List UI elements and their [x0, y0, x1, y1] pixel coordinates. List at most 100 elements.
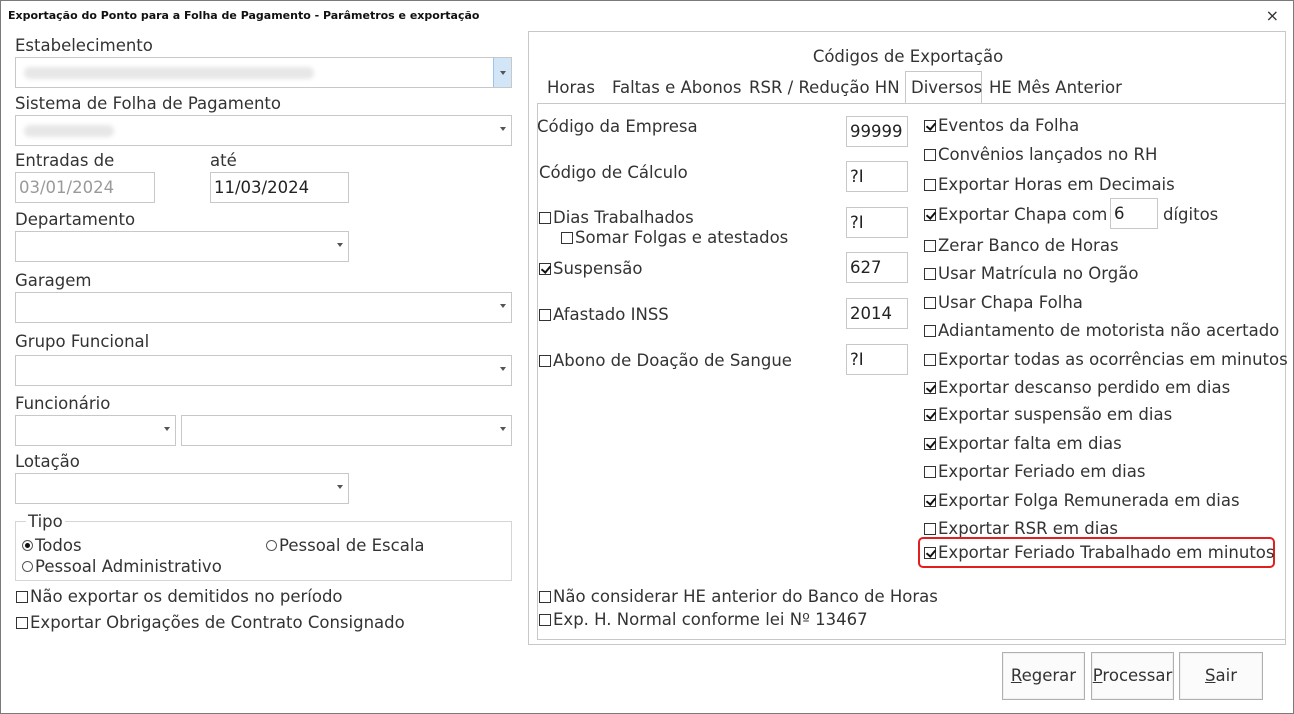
radio-todos[interactable]: Todos [22, 536, 82, 555]
rsr-dias-checkbox[interactable]: Exportar RSR em dias [924, 519, 1118, 538]
descanso-perdido-checkbox[interactable]: Exportar descanso perdido em dias [924, 378, 1230, 397]
sair-button[interactable]: Sair [1179, 652, 1263, 700]
tab-horas[interactable]: Horas [547, 78, 595, 97]
departamento-select[interactable] [15, 231, 349, 262]
checkbox-icon [924, 149, 936, 161]
regerar-button[interactable]: Regerar [1002, 652, 1085, 700]
exportar-obrigacoes-checkbox[interactable]: Exportar Obrigações de Contrato Consigna… [16, 613, 405, 632]
chapa-digits-suffix: dígitos [1163, 205, 1219, 224]
sistema-select[interactable] [15, 115, 512, 146]
garagem-select[interactable] [15, 292, 512, 323]
chevron-down-icon [337, 243, 343, 247]
sistema-label: Sistema de Folha de Pagamento [15, 94, 281, 113]
checkbox-checked-icon [924, 438, 936, 450]
adiantamento-motorista-checkbox[interactable]: Adiantamento de motorista não acertado [924, 321, 1279, 340]
suspensao-input[interactable]: 627 [846, 252, 908, 283]
dias-trabalhados-input[interactable]: ?I [846, 207, 908, 238]
checkbox-icon [16, 617, 28, 629]
codigo-empresa-label: Código da Empresa [537, 117, 698, 136]
close-icon[interactable]: × [1266, 6, 1279, 25]
tab-faltas-abonos[interactable]: Faltas e Abonos [612, 78, 742, 97]
dias-trabalhados-checkbox[interactable]: Dias Trabalhados [539, 208, 694, 227]
option-label: Exportar Chapa com [938, 205, 1108, 224]
checkbox-checked-icon [539, 263, 551, 275]
ate-input[interactable]: 11/03/2024 [210, 172, 349, 203]
option-label: Exportar todas as ocorrências em minutos [938, 350, 1288, 369]
option-label: Exportar Horas em Decimais [938, 175, 1175, 194]
redacted-value [24, 125, 114, 137]
sair-label: air [1215, 666, 1237, 685]
checkbox-icon [539, 309, 551, 321]
afastado-inss-input[interactable]: 2014 [846, 298, 908, 329]
nao-exportar-demitidos-label: Não exportar os demitidos no período [30, 587, 343, 606]
grupo-funcional-label: Grupo Funcional [15, 332, 150, 351]
checkbox-checked-icon [924, 409, 936, 421]
estabelecimento-select[interactable] [15, 57, 512, 88]
codigo-empresa-input[interactable]: 99999 [846, 116, 908, 147]
option-label: Usar Chapa Folha [938, 293, 1083, 312]
checkbox-icon [924, 354, 936, 366]
somar-folgas-checkbox[interactable]: Somar Folgas e atestados [561, 228, 788, 247]
exp-h-normal-checkbox[interactable]: Exp. H. Normal conforme lei Nº 13467 [539, 610, 868, 629]
folga-remunerada-checkbox[interactable]: Exportar Folga Remunerada em dias [924, 491, 1240, 510]
suspensao-dias-checkbox[interactable]: Exportar suspensão em dias [924, 405, 1172, 424]
checkbox-icon [539, 212, 551, 224]
tab-rsr-reducao-hn[interactable]: RSR / Redução HN [749, 78, 900, 97]
abono-doacao-input[interactable]: ?I [846, 344, 908, 375]
eventos-folha-checkbox[interactable]: Eventos da Folha [924, 116, 1079, 135]
feriado-dias-checkbox[interactable]: Exportar Feriado em dias [924, 462, 1145, 481]
funcionario-code-select[interactable] [15, 415, 176, 446]
funcionario-name-select[interactable] [181, 415, 512, 446]
suspensao-checkbox[interactable]: Suspensão [539, 259, 642, 278]
garagem-label: Garagem [15, 271, 92, 290]
lotacao-select[interactable] [15, 473, 349, 504]
nao-exportar-demitidos-checkbox[interactable]: Não exportar os demitidos no período [16, 587, 343, 606]
ocorrencias-minutos-checkbox[interactable]: Exportar todas as ocorrências em minutos [924, 350, 1288, 369]
sair-mnemonic: S [1205, 666, 1216, 685]
afastado-inss-checkbox[interactable]: Afastado INSS [539, 305, 669, 324]
usar-matricula-checkbox[interactable]: Usar Matrícula no Orgão [924, 264, 1138, 283]
option-label: Eventos da Folha [938, 116, 1080, 135]
horas-decimais-checkbox[interactable]: Exportar Horas em Decimais [924, 175, 1175, 194]
checkbox-icon [924, 240, 936, 252]
checkbox-checked-icon [924, 547, 936, 559]
checkbox-icon [924, 325, 936, 337]
option-label: Exportar descanso perdido em dias [938, 378, 1231, 397]
processar-button[interactable]: Processar [1091, 652, 1174, 700]
checkbox-icon [539, 591, 551, 603]
feriado-trabalhado-minutos-checkbox[interactable]: Exportar Feriado Trabalhado em minutos [924, 543, 1275, 562]
checkbox-icon [539, 614, 551, 626]
title-bar: Exportação do Ponto para a Folha de Paga… [1, 1, 1293, 31]
radio-pessoal-administrativo[interactable]: Pessoal Administrativo [22, 557, 222, 576]
falta-dias-checkbox[interactable]: Exportar falta em dias [924, 434, 1122, 453]
redacted-value [24, 67, 314, 79]
convenios-rh-checkbox[interactable]: Convênios lançados no RH [924, 145, 1157, 164]
radio-pessoal-escala-label: Pessoal de Escala [279, 536, 425, 555]
window-title: Exportação do Ponto para a Folha de Paga… [8, 9, 480, 22]
nao-considerar-he-checkbox[interactable]: Não considerar HE anterior do Banco de H… [539, 587, 938, 606]
chevron-down-icon [500, 427, 506, 431]
option-label: Exportar suspensão em dias [938, 405, 1173, 424]
entradas-de-input[interactable]: 03/01/2024 [15, 172, 155, 203]
option-label: Exportar falta em dias [938, 434, 1122, 453]
grupo-funcional-select[interactable] [15, 355, 512, 386]
zerar-banco-checkbox[interactable]: Zerar Banco de Horas [924, 236, 1119, 255]
option-label: Adiantamento de motorista não acertado [938, 321, 1280, 340]
afastado-inss-label: Afastado INSS [553, 305, 669, 324]
panel-title: Códigos de Exportação [812, 47, 1004, 66]
codigo-calculo-input[interactable]: ?I [846, 161, 908, 192]
exportar-chapa-checkbox[interactable]: Exportar Chapa com [924, 205, 1107, 224]
chevron-down-icon [337, 485, 343, 489]
funcionario-label: Funcionário [15, 394, 111, 413]
usar-chapa-folha-checkbox[interactable]: Usar Chapa Folha [924, 293, 1083, 312]
radio-pessoal-escala[interactable]: Pessoal de Escala [266, 536, 425, 555]
abono-doacao-checkbox[interactable]: Abono de Doação de Sangue [539, 351, 792, 370]
checkbox-checked-icon [924, 382, 936, 394]
estabelecimento-dropdown-button[interactable] [493, 58, 511, 87]
tab-he-mes-anterior[interactable]: HE Mês Anterior [989, 78, 1122, 97]
chevron-down-icon [500, 127, 506, 131]
chevron-down-icon [500, 367, 506, 371]
tab-diversos[interactable]: Diversos [911, 78, 982, 97]
chapa-digits-input[interactable]: 6 [1110, 198, 1158, 229]
radio-icon [266, 540, 277, 551]
